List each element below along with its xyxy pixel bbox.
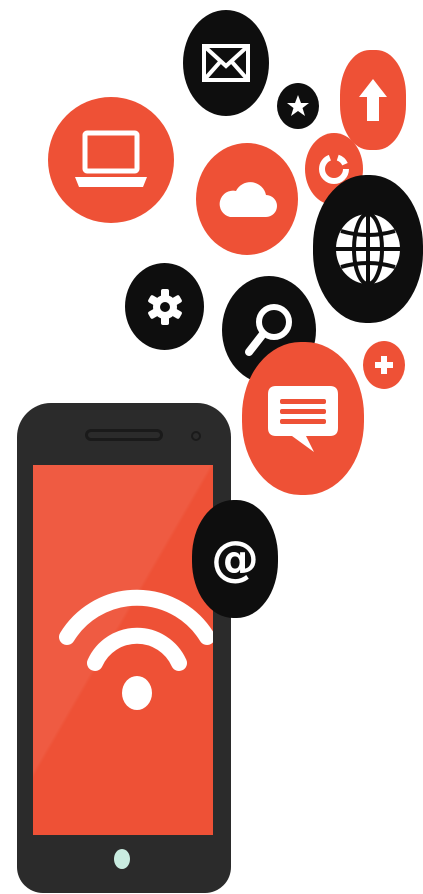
laptop-icon <box>75 130 147 187</box>
mobile-network-illustration: @ <box>0 0 423 894</box>
at-bubble: @ <box>192 500 278 618</box>
phone-speaker <box>85 429 163 441</box>
gear-bubble <box>125 263 204 350</box>
cloud-icon <box>219 182 277 217</box>
phone-screen <box>33 465 213 835</box>
globe-bubble <box>313 175 423 323</box>
globe-icon <box>336 212 400 286</box>
gear-icon <box>147 288 182 325</box>
upload-bubble <box>340 50 406 150</box>
chat-bubble <box>242 342 364 495</box>
star-bubble <box>277 83 319 129</box>
phone-camera <box>191 431 201 441</box>
cloud-bubble <box>196 143 298 255</box>
at-sign-icon: @ <box>211 531 259 587</box>
home-button <box>114 849 130 869</box>
wifi-icon <box>59 589 213 710</box>
star-icon <box>287 95 309 116</box>
chat-icon <box>268 385 338 452</box>
mail-bubble <box>183 10 269 116</box>
upload-arrow-icon <box>359 79 387 121</box>
laptop-bubble <box>48 97 174 223</box>
plus-icon <box>375 356 393 374</box>
smartphone <box>17 403 231 893</box>
plus-bubble <box>363 341 405 389</box>
mail-icon <box>202 44 250 82</box>
